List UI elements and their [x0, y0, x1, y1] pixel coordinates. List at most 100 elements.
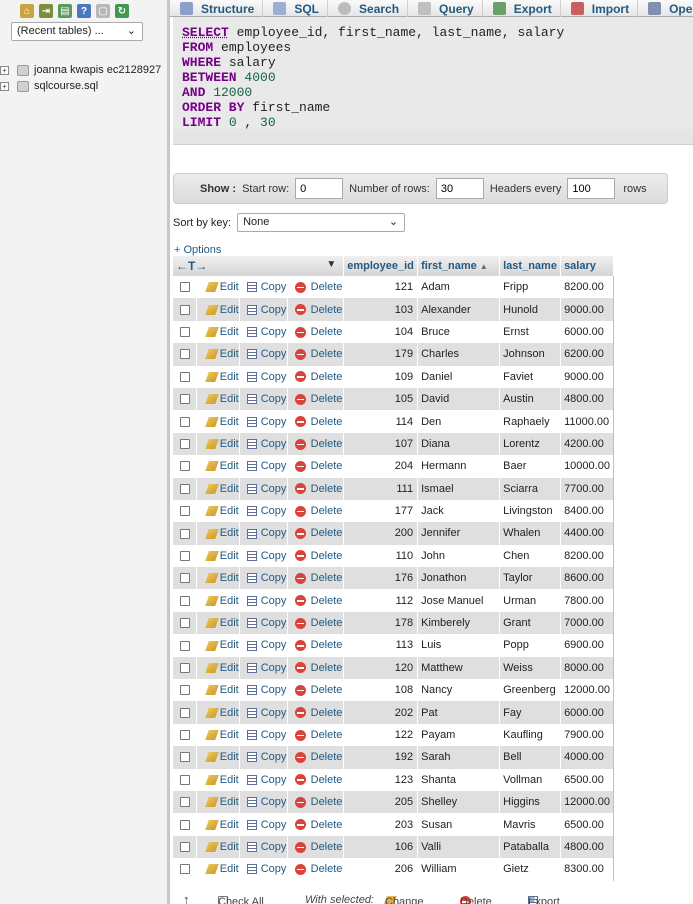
cell-last-name[interactable]: Taylor — [499, 567, 562, 590]
cell-last-name[interactable]: Whalen — [499, 522, 562, 545]
edit-link[interactable]: Edit — [196, 813, 240, 836]
edit-link[interactable]: Edit — [196, 858, 240, 881]
column-menu-icon[interactable]: ▼ — [326, 259, 336, 270]
cell-last-name[interactable]: Raphaely — [499, 410, 562, 433]
edit-link[interactable]: Edit — [196, 790, 240, 814]
cell-employee-id[interactable]: 110 — [343, 544, 419, 568]
cell-salary[interactable]: 12000.00 — [560, 790, 614, 814]
row-checkbox[interactable] — [180, 371, 190, 382]
delete-link[interactable]: Delete — [287, 567, 345, 590]
edit-link[interactable]: Edit — [196, 656, 240, 680]
row-checkbox[interactable] — [180, 550, 190, 561]
delete-link[interactable]: Delete — [287, 320, 345, 344]
cell-employee-id[interactable]: 114 — [343, 410, 419, 433]
cell-last-name[interactable]: Weiss — [499, 656, 562, 680]
cell-first-name[interactable]: Den — [417, 410, 501, 433]
cell-first-name[interactable]: Charles — [417, 343, 501, 366]
edit-link[interactable]: Edit — [196, 387, 240, 411]
cell-last-name[interactable]: Hunold — [499, 298, 562, 321]
row-checkbox[interactable] — [180, 618, 190, 629]
row-checkbox[interactable] — [180, 394, 190, 405]
cell-employee-id[interactable]: 109 — [343, 365, 419, 388]
edit-link[interactable]: Edit — [196, 455, 240, 478]
copy-link[interactable]: Copy — [239, 679, 288, 702]
logout-icon[interactable]: ⇥ — [39, 4, 53, 18]
expand-icon[interactable]: + — [0, 79, 13, 93]
headers-every-input[interactable] — [567, 178, 616, 199]
row-checkbox[interactable] — [180, 573, 190, 584]
column-header-sorted[interactable]: first_name ▲ — [417, 256, 501, 276]
cell-first-name[interactable]: Jennifer — [417, 522, 501, 545]
copy-link[interactable]: Copy — [239, 410, 288, 433]
tab-query[interactable]: Query — [408, 0, 483, 17]
cell-employee-id[interactable]: 113 — [343, 634, 419, 657]
cell-last-name[interactable]: Greenberg — [499, 679, 562, 702]
options-link[interactable]: + Options — [174, 244, 221, 256]
cell-last-name[interactable]: Lorentz — [499, 432, 562, 456]
cell-first-name[interactable]: Jose Manuel — [417, 589, 501, 612]
cell-salary[interactable]: 6000.00 — [560, 701, 614, 724]
cell-salary[interactable]: 8400.00 — [560, 499, 614, 523]
cell-salary[interactable]: 11000.00 — [560, 410, 614, 433]
cell-first-name[interactable]: John — [417, 544, 501, 568]
copy-link[interactable]: Copy — [239, 455, 288, 478]
cell-first-name[interactable]: Adam — [417, 276, 501, 299]
copy-link[interactable]: Copy — [239, 858, 288, 881]
copy-link[interactable]: Copy — [239, 544, 288, 568]
cell-employee-id[interactable]: 178 — [343, 611, 419, 635]
cell-first-name[interactable]: Daniel — [417, 365, 501, 388]
copy-link[interactable]: Copy — [239, 589, 288, 612]
cell-last-name[interactable]: Higgins — [499, 790, 562, 814]
cell-first-name[interactable]: Susan — [417, 813, 501, 836]
cell-last-name[interactable]: Fay — [499, 701, 562, 724]
cell-salary[interactable]: 6200.00 — [560, 343, 614, 366]
cell-last-name[interactable]: Baer — [499, 455, 562, 478]
copy-link[interactable]: Copy — [239, 656, 288, 680]
delete-link[interactable]: Delete — [287, 298, 345, 321]
edit-link[interactable]: Edit — [196, 679, 240, 702]
cell-salary[interactable]: 6000.00 — [560, 320, 614, 344]
delete-link[interactable]: Delete — [287, 701, 345, 724]
delete-link[interactable]: Delete — [287, 276, 345, 299]
row-checkbox[interactable] — [180, 752, 190, 763]
edit-link[interactable]: Edit — [196, 589, 240, 612]
reload-icon[interactable]: ↻ — [115, 4, 129, 18]
copy-link[interactable]: Copy — [239, 768, 288, 791]
cell-last-name[interactable]: Austin — [499, 387, 562, 411]
row-checkbox[interactable] — [180, 662, 190, 673]
copy-link[interactable]: Copy — [239, 790, 288, 814]
delete-link[interactable]: Delete — [287, 432, 345, 456]
cell-salary[interactable]: 8600.00 — [560, 567, 614, 590]
copy-link[interactable]: Copy — [239, 522, 288, 545]
copy-link[interactable]: Copy — [239, 387, 288, 411]
cell-employee-id[interactable]: 204 — [343, 455, 419, 478]
copy-link[interactable]: Copy — [239, 701, 288, 724]
cell-salary[interactable]: 8200.00 — [560, 276, 614, 299]
delete-link[interactable]: Delete — [287, 656, 345, 680]
cell-last-name[interactable]: Ernst — [499, 320, 562, 344]
edit-link[interactable]: Edit — [196, 746, 240, 769]
docs-icon[interactable]: ▢ — [96, 4, 110, 18]
row-checkbox[interactable] — [180, 439, 190, 450]
nav-resize-handle[interactable] — [167, 0, 170, 904]
sort-key-select[interactable]: None ⌄ — [237, 213, 406, 232]
cell-salary[interactable]: 4000.00 — [560, 746, 614, 769]
start-row-input[interactable] — [295, 178, 344, 199]
row-checkbox[interactable] — [180, 304, 190, 315]
row-checkbox[interactable] — [180, 685, 190, 696]
edit-link[interactable]: Edit — [196, 410, 240, 433]
cell-employee-id[interactable]: 103 — [343, 298, 419, 321]
db-item-sqlcourse[interactable]: + sqlcourse.sql — [0, 79, 98, 93]
edit-link[interactable]: Edit — [196, 320, 240, 344]
cell-salary[interactable]: 8300.00 — [560, 858, 614, 881]
edit-link[interactable]: Edit — [196, 477, 240, 500]
cell-first-name[interactable]: Kimberely — [417, 611, 501, 635]
cell-salary[interactable]: 9000.00 — [560, 365, 614, 388]
cell-last-name[interactable]: Pataballa — [499, 835, 562, 859]
delete-link[interactable]: Delete — [287, 387, 345, 411]
cell-last-name[interactable]: Livingston — [499, 499, 562, 523]
row-checkbox[interactable] — [180, 528, 190, 539]
cell-first-name[interactable]: William — [417, 858, 501, 881]
cell-salary[interactable]: 7800.00 — [560, 589, 614, 612]
cell-salary[interactable]: 12000.00 — [560, 679, 614, 702]
